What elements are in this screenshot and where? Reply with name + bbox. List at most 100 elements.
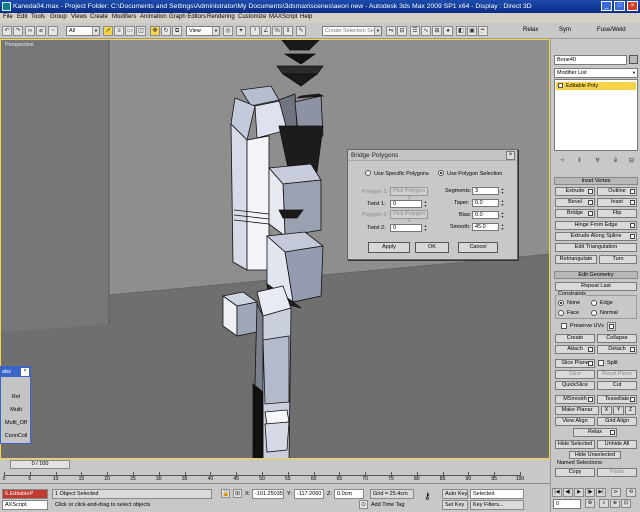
bind-space-warp-icon[interactable]: ~	[48, 26, 58, 36]
view-align-button[interactable]: View Align	[555, 417, 595, 426]
hide-unselected-button[interactable]: Hide Unselected	[569, 451, 621, 459]
bevel-button[interactable]: Bevel	[555, 198, 595, 207]
float-panel-close-button[interactable]: ×	[21, 368, 29, 376]
msmooth-button[interactable]: MSmooth	[555, 395, 595, 404]
reference-coord-dropdown[interactable]: View ▼	[186, 26, 220, 36]
planar-z-button[interactable]: Z	[625, 406, 636, 415]
percent-snap-icon[interactable]: %	[272, 26, 282, 36]
select-manipulate-icon[interactable]: ✦	[236, 26, 246, 36]
menu-maxscript[interactable]: MAXScript	[269, 14, 297, 20]
cut-button[interactable]: Cut	[597, 381, 637, 390]
turn-button[interactable]: Turn	[599, 255, 637, 264]
menu-edit[interactable]: Edit	[17, 14, 27, 20]
bridge-button[interactable]: Bridge	[555, 209, 595, 218]
menu-graph-editors[interactable]: Graph Editors	[169, 14, 206, 20]
select-object-icon[interactable]: ➚	[103, 26, 113, 36]
curve-editor-icon[interactable]: ∿	[421, 26, 431, 36]
app-icon[interactable]	[2, 2, 11, 11]
float-multi-button[interactable]: Multi	[1, 407, 31, 413]
key-filters-button[interactable]: Key Filters...	[470, 500, 524, 510]
move-icon[interactable]: ✥	[150, 26, 160, 36]
mirror-icon[interactable]: ⇋	[386, 26, 396, 36]
outline-button[interactable]: Outline	[597, 187, 637, 196]
named-selection-dropdown[interactable]: Create Selection Se ▼	[322, 26, 382, 36]
undo-icon[interactable]: ↶	[2, 26, 12, 36]
close-button[interactable]: ×	[627, 1, 638, 11]
hinge-from-edge-button[interactable]: Hinge From Edge	[555, 221, 637, 230]
tessellate-button[interactable]: Tessellate	[597, 395, 637, 404]
menu-group[interactable]: Group	[50, 14, 67, 20]
unhide-all-button[interactable]: Unhide All	[597, 440, 637, 449]
quickslice-button[interactable]: QuickSlice	[555, 381, 595, 390]
edit-geometry-rollout[interactable]: Edit Geometry	[554, 271, 638, 279]
show-end-result-icon[interactable]: ǁ	[574, 156, 585, 166]
toolbar-fuse-weld-button[interactable]: Fuse/Weld	[597, 27, 626, 33]
time-slider[interactable]: 0 / 100	[0, 459, 550, 470]
go-to-start-icon[interactable]: |◀	[552, 488, 562, 497]
pick-polygon2-button[interactable]: Pick Polygon 2	[390, 210, 428, 224]
object-color-swatch[interactable]	[629, 55, 638, 64]
twist2-spinner[interactable]: ▲ ▼	[423, 224, 428, 232]
object-name-field[interactable]: Bone40	[554, 55, 627, 65]
time-tag-icon[interactable]: ⊙	[359, 500, 368, 509]
menu-modifiers[interactable]: Modifiers	[112, 14, 136, 20]
x-coordinate-field[interactable]: -101.25035	[252, 489, 284, 499]
menu-help[interactable]: Help	[300, 14, 312, 20]
pivot-center-icon[interactable]: ◎	[223, 26, 233, 36]
z-coordinate-field[interactable]: 0.0cm	[334, 489, 364, 499]
next-frame-icon[interactable]: |▶	[585, 488, 595, 497]
apply-button[interactable]: Apply	[368, 242, 410, 253]
slice-plane-button[interactable]: Slice Plane	[555, 359, 595, 368]
dialog-title[interactable]: Bridge Polygons	[348, 150, 517, 161]
menu-customize[interactable]: Customize	[238, 14, 266, 20]
time-config-icon[interactable]: ⚙	[585, 499, 595, 508]
repeat-last-button[interactable]: Repeat Last	[555, 282, 637, 291]
minimize-button[interactable]: _	[601, 1, 612, 11]
inset-button[interactable]: Inset	[597, 198, 637, 207]
copy-selection-button[interactable]: Copy	[555, 468, 595, 477]
hide-selected-button[interactable]: Hide Selected	[555, 440, 595, 449]
toolbar-relax-button[interactable]: Relax	[523, 27, 538, 33]
snap-toggle-icon[interactable]: ³	[250, 26, 260, 36]
modifier-list-dropdown[interactable]: Modifier List ▼	[554, 68, 638, 78]
dialog-close-button[interactable]: ×	[506, 151, 515, 160]
use-specific-polygons-radio[interactable]	[365, 170, 371, 176]
extrude-button[interactable]: Extrude	[555, 187, 595, 196]
lock-selection-icon[interactable]: 🔒	[221, 489, 230, 498]
float-multi-off-button[interactable]: Multi_Off	[1, 420, 31, 426]
track-bar[interactable]: 0 5 10 15 20 25 30 35 40 45 50 55 60 65 70 75 80 85 90 95 10…	[0, 470, 550, 484]
float-conncoll-button[interactable]: ConnColl	[1, 433, 31, 439]
extrude-along-spline-button[interactable]: Extrude Along Spline	[555, 232, 637, 241]
menu-rendering[interactable]: Rendering	[207, 14, 235, 20]
make-planar-button[interactable]: Make Planar	[555, 406, 599, 415]
scale-icon[interactable]: ⧉	[172, 26, 182, 36]
link-icon[interactable]: ∞	[25, 26, 35, 36]
edit-named-selection-icon[interactable]: ✎	[296, 26, 306, 36]
preserve-uvs-checkbox[interactable]	[561, 323, 567, 329]
segments-spinner[interactable]: ▲ ▼	[500, 187, 505, 195]
smooth-spinner[interactable]: ▲ ▼	[500, 223, 505, 231]
window-crossing-icon[interactable]: ◫	[136, 26, 146, 36]
use-polygon-selection-radio[interactable]	[438, 170, 444, 176]
taper-field[interactable]: 0.0	[472, 199, 499, 207]
redo-icon[interactable]: ↷	[13, 26, 23, 36]
edit-triangulation-button[interactable]: Edit Triangulation	[555, 243, 637, 252]
select-by-name-icon[interactable]: ≡	[114, 26, 124, 36]
auto-key-button[interactable]: Auto Key	[442, 489, 468, 499]
constraint-face-radio[interactable]	[558, 310, 564, 316]
reset-plane-button[interactable]: Reset Plane	[597, 370, 637, 379]
rect-selection-icon[interactable]: ▭	[125, 26, 135, 36]
zoom-all-icon[interactable]: ⊕	[610, 499, 620, 508]
pick-polygon1-button[interactable]: Pick Polygon 1	[390, 187, 428, 201]
bias-field[interactable]: 0.0	[472, 211, 499, 219]
menu-tools[interactable]: Tools	[31, 14, 45, 20]
twist2-field[interactable]: 0	[390, 224, 422, 232]
quick-render-icon[interactable]: ☕	[478, 26, 488, 36]
maxscript-listener-field[interactable]: AXScript.	[2, 500, 48, 510]
menu-file[interactable]: File	[3, 14, 13, 20]
key-mode-toggle-icon[interactable]: ⊳	[611, 488, 621, 497]
render-setup-icon[interactable]: ◧	[456, 26, 466, 36]
retriangulate-button[interactable]: Retriangulate	[555, 255, 597, 264]
rotate-icon[interactable]: ↻	[161, 26, 171, 36]
twist1-field[interactable]: 0	[390, 200, 422, 208]
